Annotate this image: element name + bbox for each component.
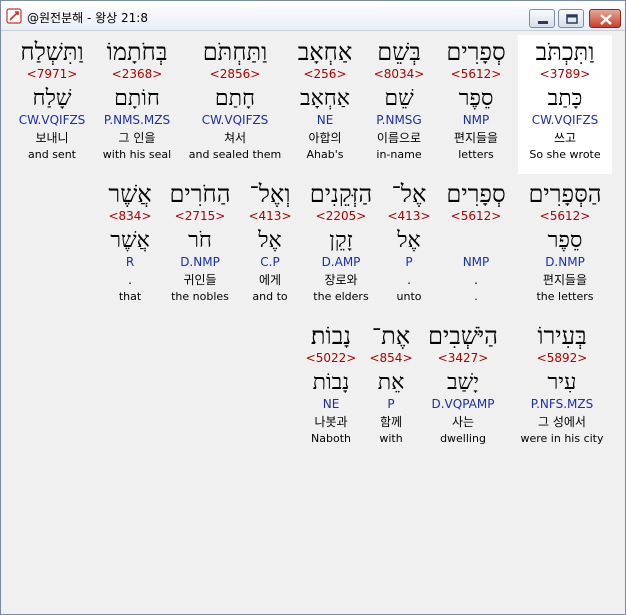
morphology-code: NE bbox=[322, 397, 340, 411]
korean-gloss: 편지들을 bbox=[542, 273, 588, 287]
hebrew-word: בְּחֹתָמוֹ bbox=[106, 38, 168, 66]
morphology-code: R bbox=[125, 255, 135, 269]
morphology-code: P.NMS.MZS bbox=[103, 113, 171, 127]
english-gloss: with his seal bbox=[102, 148, 172, 161]
lexical-form: שָׁלַח bbox=[32, 86, 72, 111]
strong-number: <256> bbox=[303, 67, 347, 81]
morphology-code: CW.VQIFZS bbox=[18, 113, 86, 127]
korean-gloss: 쓰고 bbox=[553, 131, 577, 145]
app-icon bbox=[6, 8, 22, 24]
korean-gloss: 그 성에서 bbox=[538, 415, 586, 429]
word-cell[interactable]: אַחְאָב <256> אַחְאָב NE 아합의 Ahab's bbox=[275, 38, 375, 162]
word-cell[interactable]: נָבוֹת׃ <5022> נָבוֹת NE 나봇과 Naboth bbox=[281, 322, 381, 446]
strong-number: <834> bbox=[108, 209, 152, 223]
hebrew-word: בְּעִירוֹ bbox=[537, 322, 587, 350]
korean-gloss: 나봇과 bbox=[314, 415, 348, 429]
korean-gloss: 쳐서 bbox=[223, 131, 247, 145]
hebrew-word: אֲשֶׁר bbox=[108, 180, 152, 208]
lexical-form: עִיר bbox=[547, 370, 577, 395]
korean-gloss: 아합의 bbox=[308, 131, 342, 145]
strong-number: <5022> bbox=[305, 351, 357, 365]
morphology-code: CW.VQIFZS bbox=[531, 113, 599, 127]
lexical-form: סֵפֶר bbox=[547, 228, 583, 253]
close-icon bbox=[600, 14, 612, 25]
hebrew-word: הַסְּפָרִים bbox=[528, 180, 602, 208]
lexical-form: נָבוֹת bbox=[312, 370, 350, 395]
morphology-code: P.NFS.MZS bbox=[530, 397, 594, 411]
interlinear-view: וַתִּכְתֹּב <3789> כָּתַב CW.VQIFZS 쓰고 S… bbox=[2, 32, 624, 613]
strong-number: <2368> bbox=[111, 67, 163, 81]
english-gloss: and sealed them bbox=[188, 148, 282, 161]
lexical-form: חָתַם bbox=[214, 86, 256, 111]
maximize-button[interactable] bbox=[558, 9, 584, 28]
korean-gloss: 그 인을 bbox=[118, 131, 156, 145]
close-button[interactable] bbox=[589, 9, 621, 28]
english-gloss: and sent bbox=[28, 148, 76, 161]
hebrew-word: נָבוֹת׃ bbox=[310, 322, 352, 350]
hebrew-word: וַתִּשְׁלַח bbox=[20, 38, 84, 66]
minimize-button[interactable] bbox=[529, 9, 555, 28]
strong-number: <7971> bbox=[26, 67, 78, 81]
maximize-icon bbox=[566, 14, 578, 24]
hebrew-word: וַתַּחְתֹּם bbox=[202, 38, 268, 66]
strong-number: <2856> bbox=[209, 67, 261, 81]
morphology-code: D.NMP bbox=[545, 255, 585, 269]
korean-gloss: 보내니 bbox=[35, 131, 69, 145]
lexical-form: כָּתַב bbox=[547, 86, 583, 111]
english-gloss: Naboth bbox=[311, 432, 351, 445]
word-cell[interactable]: בְּחֹתָמוֹ <2368> חוֹתָם P.NMS.MZS 그 인을 … bbox=[87, 38, 187, 162]
english-gloss: were in his city bbox=[520, 432, 604, 445]
strong-number: <5612> bbox=[539, 209, 591, 223]
morphology-code: CW.VQIFZS bbox=[201, 113, 269, 127]
morphology-code: NE bbox=[316, 113, 334, 127]
english-gloss: that bbox=[118, 290, 142, 303]
hebrew-word: וַתִּכְתֹּב bbox=[535, 38, 595, 66]
word-cell[interactable]: וַתִּכְתֹּב <3789> כָּתַב CW.VQIFZS 쓰고 S… bbox=[515, 38, 615, 162]
lexical-form: חוֹתָם bbox=[114, 86, 160, 111]
word-cell[interactable]: וַתִּשְׁלַח <7971> שָׁלַח CW.VQIFZS 보내니 … bbox=[2, 38, 102, 162]
korean-gloss: . bbox=[128, 273, 132, 287]
word-cell[interactable]: הַסְּפָרִים <5612> סֵפֶר D.NMP 편지들을 the … bbox=[515, 180, 615, 304]
window-title: @원전분해 - 왕상 21:8 bbox=[27, 11, 148, 25]
english-gloss: the letters bbox=[536, 290, 594, 303]
minimize-icon bbox=[538, 21, 548, 24]
strong-number: <5892> bbox=[536, 351, 588, 365]
word-cell[interactable]: אֲשֶׁר <834> אֲשֶׁר R . that bbox=[80, 180, 180, 304]
hebrew-word: אַחְאָב bbox=[297, 38, 353, 66]
app-window: @원전분해 - 왕상 21:8 וַתִּכְתֹּב <3789> כָּתַ… bbox=[0, 0, 626, 615]
word-cell[interactable]: בְּעִירוֹ <5892> עִיר P.NFS.MZS 그 성에서 we… bbox=[512, 322, 612, 446]
english-gloss: So she wrote bbox=[529, 148, 601, 161]
word-cell[interactable]: וַתַּחְתֹּם <2856> חָתַם CW.VQIFZS 쳐서 an… bbox=[185, 38, 285, 162]
lexical-form: אֲשֶׁר bbox=[110, 228, 150, 253]
title-bar[interactable]: @원전분해 - 왕상 21:8 bbox=[1, 1, 625, 31]
lexical-form: אַחְאָב bbox=[299, 86, 351, 111]
english-gloss: Ahab's bbox=[306, 148, 344, 161]
strong-number: <3789> bbox=[539, 67, 591, 81]
